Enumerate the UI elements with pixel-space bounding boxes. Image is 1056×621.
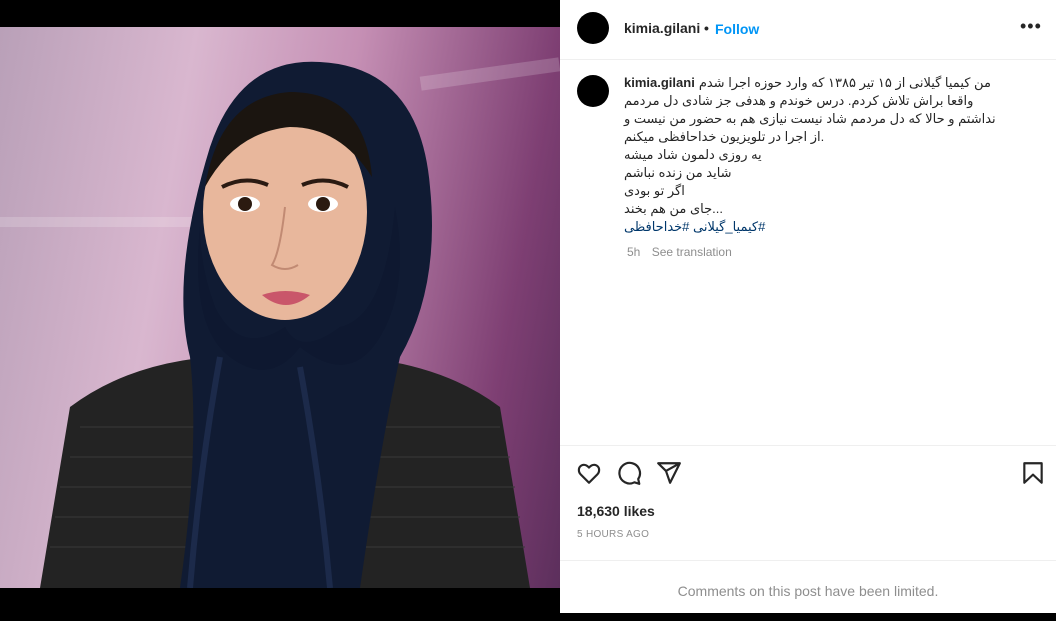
posted-ago: 5 HOURS AGO (577, 529, 650, 540)
caption-username[interactable]: kimia.gilani (624, 75, 695, 90)
post-media-pane (0, 0, 560, 613)
avatar[interactable] (577, 12, 609, 44)
caption-line: نداشتم و حالا که دل مردمم شاد نیست نیازی… (624, 111, 996, 126)
action-bar (560, 445, 1056, 496)
heart-icon[interactable] (576, 460, 602, 486)
header-username[interactable]: kimia.gilani (624, 20, 700, 36)
bookmark-icon[interactable] (1020, 460, 1046, 486)
post-photo[interactable] (0, 27, 560, 588)
caption-line: واقعا براش تلاش کردم. درس خوندم و هدفی ج… (624, 93, 974, 108)
caption-time: 5h (627, 245, 641, 259)
caption-text: kimia.gilani من کیمیا گیلانی از ۱۵ تیر ۱۳… (624, 74, 1038, 236)
caption-line-text: من کیمیا گیلانی از ۱۵ تیر ۱۳۸۵ که وارد ح… (698, 75, 991, 90)
post-side-panel: kimia.gilani • Follow ••• kimia.gilani من… (560, 0, 1056, 613)
likes-count[interactable]: 18,630 likes (577, 503, 655, 519)
header-separator: • (704, 20, 709, 36)
comment-icon[interactable] (616, 460, 642, 486)
share-icon[interactable] (656, 460, 682, 486)
caption-line: یه روزی دلمون شاد میشه (624, 147, 762, 162)
more-options-icon[interactable]: ••• (1020, 16, 1042, 37)
portrait-illustration (40, 61, 530, 588)
caption-line: .از اجرا در تلویزیون خداحافظی میکنم (624, 129, 825, 144)
follow-button[interactable]: Follow (715, 21, 759, 37)
caption-line: شاید من زنده نباشم (624, 165, 732, 180)
comments-limited-notice: Comments on this post have been limited. (560, 560, 1056, 614)
caption-line: ...جای من هم بخند (624, 201, 723, 216)
caption-section: kimia.gilani من کیمیا گیلانی از ۱۵ تیر ۱۳… (560, 60, 1056, 445)
caption-line: اگر تو بودی (624, 183, 685, 198)
caption-line: kimia.gilani من کیمیا گیلانی از ۱۵ تیر ۱۳… (624, 74, 1038, 92)
caption-avatar[interactable] (577, 75, 609, 107)
caption-meta: 5h See translation (627, 245, 732, 259)
see-translation-link[interactable]: See translation (652, 245, 732, 259)
caption-hashtags[interactable]: #کیمیا_گیلانی #خداحافظی (624, 218, 1038, 236)
post-header: kimia.gilani • Follow ••• (560, 0, 1056, 60)
